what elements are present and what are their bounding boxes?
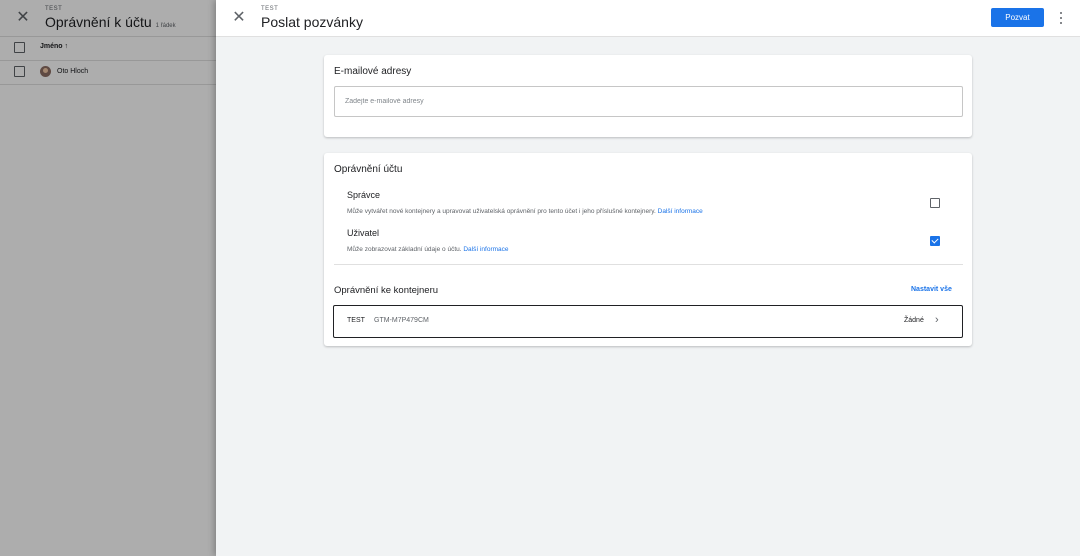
invite-sheet: ✕ TEST Poslat pozvánky Pozvat E-mailové … [216, 0, 1080, 556]
role-admin-description: Může vytvářet nové kontejnery a upravova… [347, 208, 703, 215]
invite-button[interactable]: Pozvat [991, 8, 1044, 27]
account-permissions-title: Oprávnění účtu [334, 164, 403, 175]
set-all-button[interactable]: Nastavit vše [911, 286, 952, 293]
role-user-name: Uživatel [347, 228, 380, 238]
close-icon[interactable]: ✕ [230, 8, 248, 26]
role-admin-checkbox[interactable] [930, 198, 940, 208]
page-title: Poslat pozvánky [261, 14, 363, 30]
container-permissions-title: Oprávnění ke kontejneru [334, 285, 439, 296]
top-bar: ✕ TEST Poslat pozvánky Pozvat [216, 0, 1080, 37]
role-admin-description-text: Může vytvářet nové kontejnery a upravova… [347, 208, 656, 215]
container-row[interactable]: TEST GTM-M7P479CM Žádné › [333, 305, 963, 338]
container-id: GTM-M7P479CM [374, 317, 429, 324]
role-user-description-text: Může zobrazovat základní údaje o účtu. [347, 246, 462, 253]
more-vert-icon[interactable] [1054, 9, 1068, 27]
role-user-learn-more-link[interactable]: Další informace [463, 246, 508, 253]
divider [334, 264, 963, 265]
role-user-description: Může zobrazovat základní údaje o účtu. D… [347, 246, 509, 253]
role-admin-learn-more-link[interactable]: Další informace [658, 208, 703, 215]
modal-scrim[interactable] [0, 0, 216, 556]
chevron-right-icon: › [935, 314, 939, 326]
permissions-card: Oprávnění účtu Správce Může vytvářet nov… [324, 153, 972, 346]
email-card-title: E-mailové adresy [334, 66, 412, 77]
role-user-checkbox[interactable] [930, 236, 940, 246]
email-card: E-mailové adresy [324, 55, 972, 137]
container-permission-value: Žádné [904, 317, 924, 324]
email-input[interactable] [334, 86, 963, 117]
role-admin-name: Správce [347, 190, 381, 200]
breadcrumb: TEST [261, 6, 279, 12]
container-name: TEST [347, 317, 365, 324]
